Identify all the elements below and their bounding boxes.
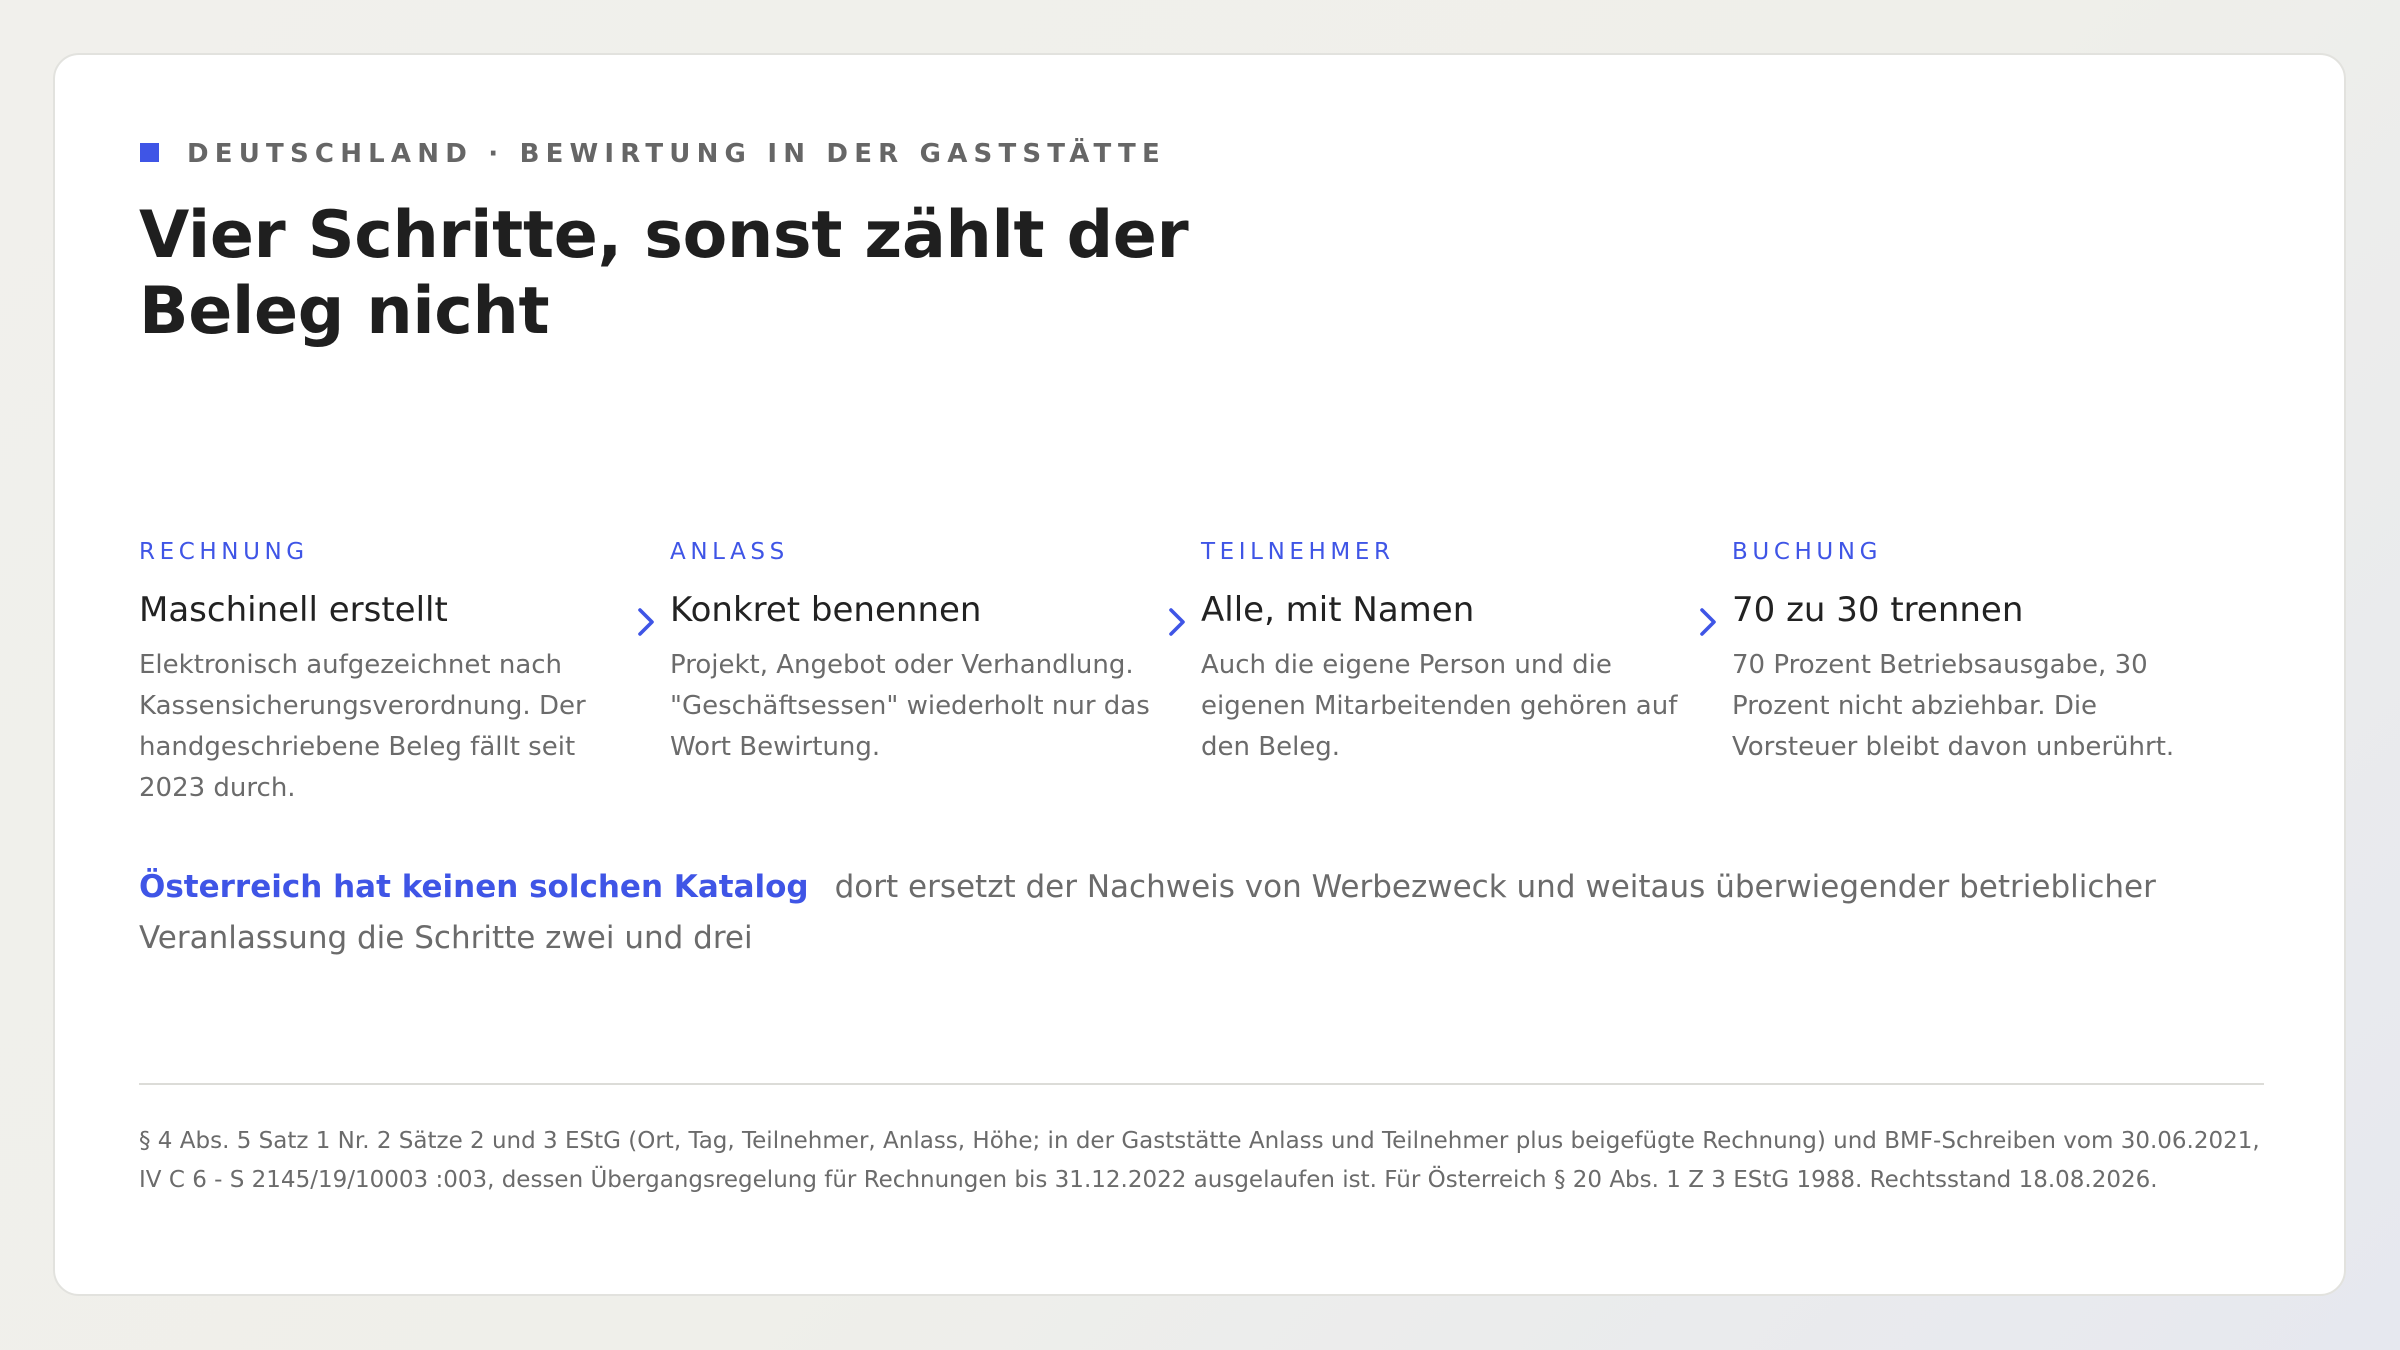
steps-row: RECHNUNG Maschinell erstellt Elektronisc… bbox=[139, 537, 2269, 867]
page-title: Vier Schritte, sonst zählt der Beleg nic… bbox=[139, 198, 1189, 349]
step-teilnehmer: TEILNEHMER Alle, mit Namen Auch die eige… bbox=[1169, 537, 1691, 768]
accent-square-icon bbox=[140, 142, 159, 162]
step-label: BUCHUNG bbox=[1732, 539, 1883, 565]
chevron-right-icon bbox=[635, 607, 657, 637]
step-description: Auch die eigene Person und die eigenen M… bbox=[1201, 650, 1678, 762]
step-label: RECHNUNG bbox=[139, 539, 309, 565]
step-rechnung: RECHNUNG Maschinell erstellt Elektronisc… bbox=[139, 537, 629, 809]
step-title: Maschinell erstellt bbox=[139, 590, 448, 630]
step-title: 70 zu 30 trennen bbox=[1732, 590, 2024, 630]
step-anlass: ANLASS Konkret benennen Projekt, Angebot… bbox=[638, 537, 1160, 768]
step-title: Alle, mit Namen bbox=[1201, 590, 1475, 630]
chevron-right-icon bbox=[1697, 607, 1719, 637]
step-title: Konkret benennen bbox=[670, 590, 982, 630]
note-highlight: Österreich hat keinen solchen Katalog bbox=[139, 869, 809, 905]
step-description: 70 Prozent Betriebsausgabe, 30 Prozent n… bbox=[1732, 650, 2175, 762]
step-description: Projekt, Angebot oder Verhandlung. "Gesc… bbox=[670, 650, 1150, 762]
footnote: § 4 Abs. 5 Satz 1 Nr. 2 Sätze 2 und 3 ES… bbox=[139, 1128, 2260, 1193]
chevron-right-icon bbox=[1166, 607, 1188, 637]
eyebrow-text: DEUTSCHLAND · BEWIRTUNG IN DER GASTSTÄTT… bbox=[187, 139, 1166, 169]
step-label: TEILNEHMER bbox=[1201, 539, 1395, 565]
eyebrow: DEUTSCHLAND · BEWIRTUNG IN DER GASTSTÄTT… bbox=[140, 133, 1166, 171]
content-card: DEUTSCHLAND · BEWIRTUNG IN DER GASTSTÄTT… bbox=[53, 53, 2346, 1296]
step-description: Elektronisch aufgezeichnet nach Kassensi… bbox=[139, 650, 586, 803]
austria-note: Österreich hat keinen solchen Katalog dor… bbox=[139, 862, 2239, 964]
divider bbox=[139, 1083, 2264, 1085]
step-label: ANLASS bbox=[670, 539, 789, 565]
step-buchung: BUCHUNG 70 zu 30 trennen 70 Prozent Betr… bbox=[1700, 537, 2222, 768]
